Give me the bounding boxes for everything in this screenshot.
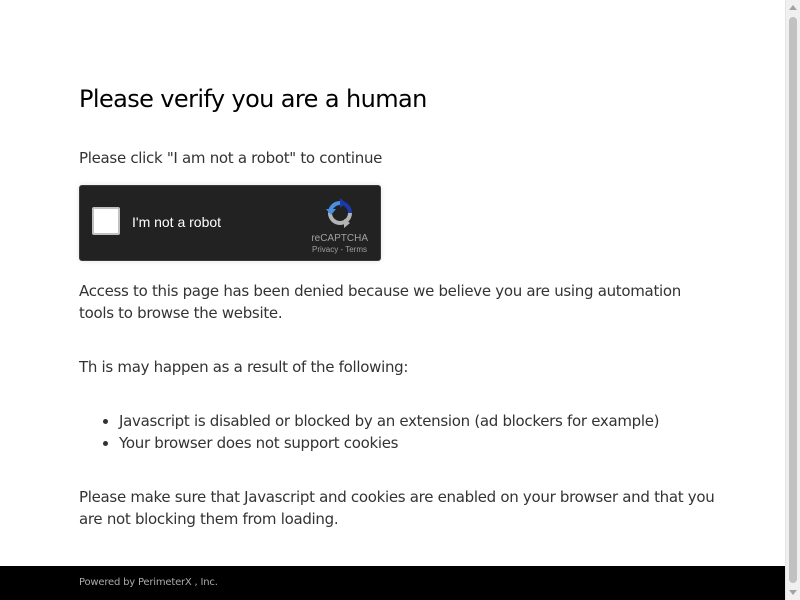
list-item: Javascript is disabled or blocked by an … [119, 410, 719, 432]
checkbox-label: I'm not a robot [132, 214, 222, 230]
final-message: Please make sure that Javascript and coo… [79, 488, 715, 528]
not-a-robot-checkbox[interactable] [92, 207, 120, 235]
terms-link[interactable]: Terms [345, 245, 367, 254]
main-content: Please verify you are a human Please cli… [79, 84, 719, 530]
list-item: Your browser does not support cookies [119, 432, 719, 454]
denied-message: Access to this page has been denied beca… [79, 282, 681, 322]
footer: Powered by PerimeterX , Inc. [0, 566, 785, 600]
scrollbar-thumb[interactable] [789, 17, 797, 583]
page: Please verify you are a human Please cli… [0, 0, 785, 600]
page-title: Please verify you are a human [79, 85, 427, 113]
vertical-scrollbar[interactable] [785, 0, 800, 600]
powered-by-text: Powered by PerimeterX , Inc. [79, 577, 218, 588]
scroll-up-arrow-icon[interactable] [789, 5, 797, 10]
recaptcha-brand: reCAPTCHA [311, 233, 368, 244]
reasons-list: Javascript is disabled or blocked by an … [79, 410, 719, 454]
instruction-text: Please click "I am not a robot" to conti… [79, 149, 383, 167]
privacy-link[interactable]: Privacy [312, 245, 338, 254]
recaptcha-widget: I'm not a robot reCAPTCHA Privacy - Term… [79, 185, 381, 261]
scroll-down-arrow-icon[interactable] [789, 590, 797, 595]
reasons-intro: Th is may happen as a result of the foll… [79, 358, 409, 376]
recaptcha-logo-icon [326, 198, 352, 228]
recaptcha-links: Privacy - Terms [312, 245, 367, 255]
